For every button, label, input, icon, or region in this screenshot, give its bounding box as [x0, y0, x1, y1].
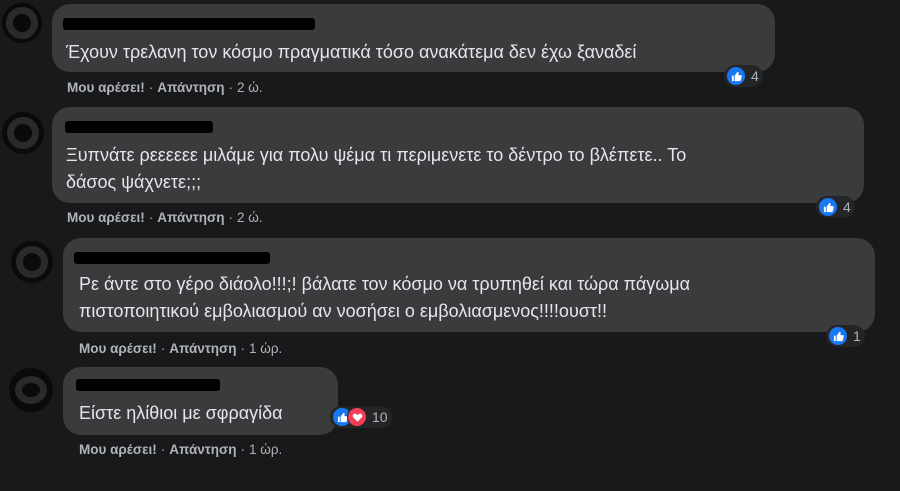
- reply-button[interactable]: Απάντηση: [169, 341, 236, 356]
- heart-icon: [347, 407, 367, 427]
- avatar[interactable]: [2, 3, 42, 43]
- reply-button[interactable]: Απάντηση: [157, 210, 224, 225]
- reaction-count: 10: [372, 409, 388, 425]
- avatar[interactable]: [2, 112, 44, 154]
- comment-actions: Μου αρέσει! · Απάντηση · 2 ώ.: [67, 210, 263, 225]
- comment-text: Ρε άντε στο γέρο διάολο!!!;! βάλατε τον …: [79, 274, 691, 321]
- reaction-summary[interactable]: 4: [724, 65, 763, 87]
- comment-actions: Μου αρέσει! · Απάντηση · 1 ώρ.: [79, 341, 283, 356]
- avatar[interactable]: [9, 368, 53, 412]
- reply-button[interactable]: Απάντηση: [157, 80, 224, 95]
- comment-actions: Μου αρέσει! · Απάντηση · 1 ώρ.: [79, 442, 283, 457]
- redacted-author-name[interactable]: [76, 379, 220, 391]
- reaction-count: 1: [853, 328, 861, 344]
- like-button[interactable]: Μου αρέσει!: [67, 80, 145, 95]
- redacted-author-name[interactable]: [63, 18, 315, 30]
- reaction-summary[interactable]: 10: [330, 406, 392, 428]
- comment-timestamp[interactable]: 1 ώρ.: [249, 442, 282, 457]
- thumbs-up-icon: [726, 66, 746, 86]
- thumbs-up-icon: [828, 326, 848, 346]
- reaction-summary[interactable]: 4: [816, 196, 855, 218]
- reaction-count: 4: [751, 68, 759, 84]
- avatar[interactable]: [11, 241, 53, 283]
- like-button[interactable]: Μου αρέσει!: [79, 442, 157, 457]
- reaction-count: 4: [843, 199, 851, 215]
- comment-text: Ξυπνάτε ρεεεεεε μιλάμε για πολυ ψέμα τι …: [66, 145, 687, 192]
- like-button[interactable]: Μου αρέσει!: [79, 341, 157, 356]
- comment-actions: Μου αρέσει! · Απάντηση · 2 ώ.: [67, 80, 263, 95]
- comment-timestamp[interactable]: 2 ώ.: [237, 210, 263, 225]
- reaction-summary[interactable]: 1: [826, 325, 865, 347]
- comment-text: Είστε ηλίθιοι με σφραγίδα: [79, 403, 283, 423]
- redacted-author-name[interactable]: [65, 121, 213, 133]
- redacted-author-name[interactable]: [74, 252, 270, 264]
- like-button[interactable]: Μου αρέσει!: [67, 210, 145, 225]
- comment-text: Έχουν τρελανη τον κόσμο πραγματικά τόσο …: [66, 42, 637, 62]
- reply-button[interactable]: Απάντηση: [169, 442, 236, 457]
- thumbs-up-icon: [818, 197, 838, 217]
- comment-timestamp[interactable]: 1 ώρ.: [249, 341, 282, 356]
- comment-timestamp[interactable]: 2 ώ.: [237, 80, 263, 95]
